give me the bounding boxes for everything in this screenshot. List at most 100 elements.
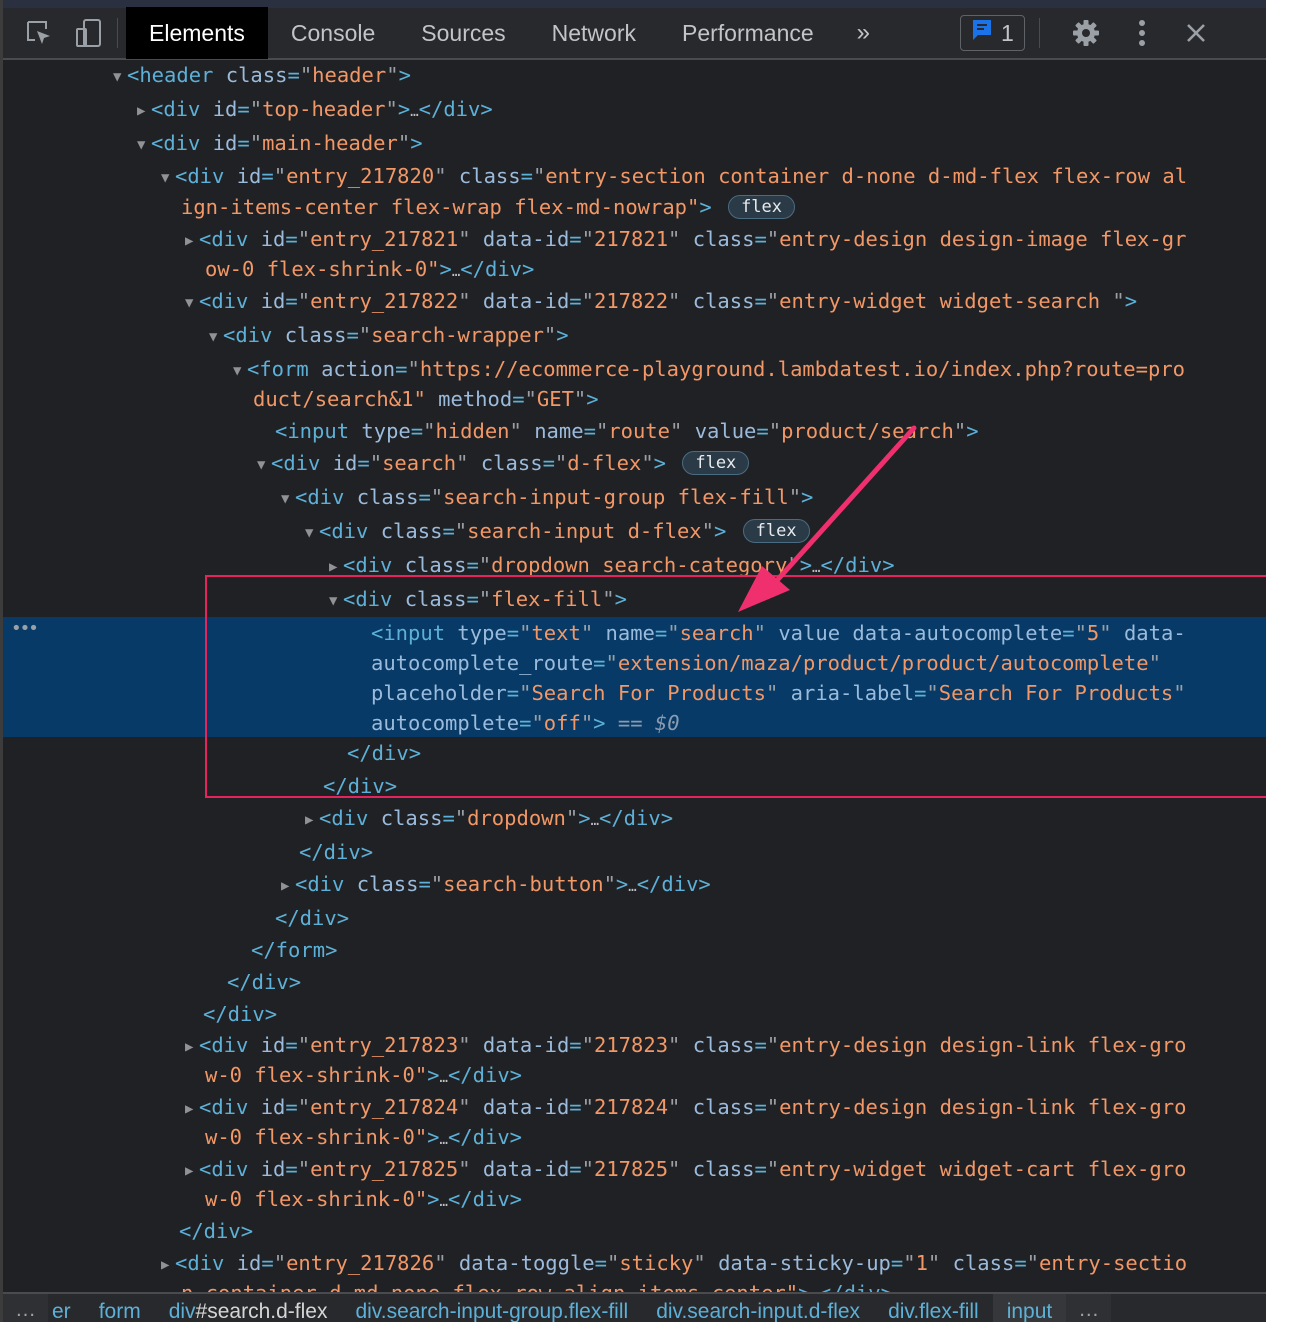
dom-node-line[interactable]: autocomplete="off"> == $0: [371, 708, 680, 738]
dom-node-line[interactable]: ▶ <div id="entry_217825" data-id="217825"…: [185, 1154, 1186, 1184]
expanded-triangle-icon[interactable]: ▼: [281, 484, 295, 514]
dom-node-text: <div id="entry_217823" data-id="217823" …: [199, 1033, 1187, 1057]
dom-node-text: <div id="entry_217822" data-id="217822" …: [199, 289, 1138, 313]
dom-node-line[interactable]: ▼ <header class="header">: [113, 60, 411, 90]
dom-node-line[interactable]: w-0 flex-shrink-0">…</div>: [205, 1060, 522, 1090]
dom-node-line[interactable]: </div>: [347, 738, 421, 768]
dom-node-line[interactable]: ▼ <form action="https://ecommerce-playgro…: [233, 354, 1185, 384]
flex-badge[interactable]: flex: [728, 195, 796, 219]
dom-node-line[interactable]: duct/search&1" method="GET">: [253, 384, 599, 414]
dom-node-text: <div id="entry_217825" data-id="217825" …: [199, 1157, 1187, 1181]
dom-node-text: duct/search&1" method="GET">: [253, 387, 599, 411]
kebab-menu-icon[interactable]: [1122, 13, 1162, 53]
dom-node-line[interactable]: ▼ <div class="search-input d-flex"> flex: [305, 516, 810, 546]
gear-icon[interactable]: [1066, 13, 1106, 53]
dom-node-line[interactable]: <input type="text" name="search" value d…: [371, 618, 1186, 648]
dom-node-text: </div>: [179, 1219, 254, 1243]
expanded-triangle-icon[interactable]: ▼: [305, 518, 319, 548]
expanded-triangle-icon[interactable]: ▼: [257, 450, 271, 480]
dom-node-text: w-0 flex-shrink-0">…</div>: [205, 1125, 523, 1149]
dom-node-line[interactable]: ▼ <div class="search-input-group flex-fil…: [281, 482, 813, 512]
collapsed-triangle-icon[interactable]: ▶: [281, 871, 295, 901]
dom-node-line[interactable]: ▶ <div id="entry_217824" data-id="217824"…: [185, 1092, 1186, 1122]
dom-node-text: </div>: [323, 774, 398, 798]
dom-node-text: <div class="search-wrapper">: [223, 323, 569, 347]
collapsed-triangle-icon[interactable]: ▶: [185, 1156, 199, 1186]
expanded-triangle-icon[interactable]: ▼: [113, 62, 127, 92]
dom-node-line[interactable]: ▶ <div id="entry_217826" data-toggle="sti…: [161, 1248, 1187, 1278]
breadcrumb-item[interactable]: div.search-input.d-flex: [642, 1294, 874, 1322]
breadcrumb-item[interactable]: div#search.d-flex: [155, 1294, 342, 1322]
dom-node-line[interactable]: placeholder="Search For Products" aria-l…: [371, 678, 1186, 708]
dom-node-line[interactable]: </div>: [323, 771, 397, 801]
dom-node-line[interactable]: </div>: [275, 903, 349, 933]
dom-node-text: <div class="dropdown search-category">…<…: [343, 553, 895, 577]
dom-node-text: <input type="text" name="search" value d…: [371, 621, 1186, 645]
dom-node-text: </form>: [251, 938, 338, 962]
breadcrumb-item[interactable]: div.flex-fill: [874, 1294, 993, 1322]
dom-node-line[interactable]: ▼ <div id="entry_217820" class="entry-sec…: [161, 161, 1187, 191]
flex-badge[interactable]: flex: [742, 519, 810, 543]
issues-button[interactable]: 1: [960, 15, 1025, 51]
breadcrumb-item-active[interactable]: input: [992, 1294, 1067, 1322]
breadcrumb-item[interactable]: er: [48, 1294, 85, 1322]
expanded-triangle-icon[interactable]: ▼: [209, 322, 223, 352]
more-tabs-button[interactable]: »: [837, 19, 890, 47]
dom-node-line[interactable]: ▶ <div id="top-header">…</div>: [137, 94, 493, 124]
dom-node-line[interactable]: ▼ <div id="search" class="d-flex"> flex: [257, 448, 750, 480]
tab-console[interactable]: Console: [268, 7, 398, 59]
dom-node-line[interactable]: ▶ <div class="dropdown search-category">……: [329, 550, 895, 580]
dom-node-line[interactable]: </div>: [203, 999, 277, 1029]
dom-node-line[interactable]: </div>: [179, 1216, 253, 1246]
breadcrumb-item[interactable]: div.search-input-group.flex-fill: [341, 1294, 642, 1322]
dom-node-line[interactable]: ▼ <div class="search-wrapper">: [209, 320, 569, 350]
collapsed-triangle-icon[interactable]: ▶: [185, 1094, 199, 1124]
breadcrumb-item[interactable]: form: [85, 1294, 155, 1322]
dom-node-line[interactable]: </form>: [251, 935, 337, 965]
collapsed-triangle-icon[interactable]: ▶: [305, 805, 319, 835]
breadcrumb-overflow-right[interactable]: …: [1066, 1294, 1112, 1322]
dom-node-text: <div id="entry_217820" class="entry-sect…: [175, 164, 1188, 188]
collapsed-triangle-icon[interactable]: ▶: [185, 226, 199, 256]
dom-node-line[interactable]: ▶ <div id="entry_217823" data-id="217823"…: [185, 1030, 1186, 1060]
expanded-triangle-icon[interactable]: ▼: [329, 586, 343, 616]
dom-node-line[interactable]: ▼ <div id="main-header">: [137, 128, 423, 158]
dom-node-text: <input type="hidden" name="route" value=…: [275, 419, 979, 443]
dom-node-line[interactable]: ▼ <div class="flex-fill">: [329, 584, 627, 614]
issues-count: 1: [1001, 19, 1014, 46]
collapsed-triangle-icon[interactable]: ▶: [329, 552, 343, 582]
close-icon[interactable]: [1176, 13, 1216, 53]
dom-node-text: w-0 flex-shrink-0">…</div>: [205, 1063, 523, 1087]
expanded-triangle-icon[interactable]: ▼: [137, 130, 151, 160]
dom-node-line[interactable]: </div>: [227, 967, 301, 997]
dom-node-line[interactable]: ▶ <div id="entry_217821" data-id="217821"…: [185, 224, 1186, 254]
dom-node-line[interactable]: ign-items-center flex-wrap flex-md-nowra…: [181, 192, 796, 222]
dom-node-text: autocomplete="off">: [371, 711, 606, 735]
dom-node-line[interactable]: ▼ <div id="entry_217822" data-id="217822"…: [185, 286, 1137, 316]
dom-node-line[interactable]: w-0 flex-shrink-0">…</div>: [205, 1184, 522, 1214]
breadcrumb-overflow-left[interactable]: …: [3, 1294, 48, 1322]
dom-node-text: <div id="entry_217821" data-id="217821" …: [199, 227, 1187, 251]
device-toolbar-icon[interactable]: [69, 13, 109, 53]
expanded-triangle-icon[interactable]: ▼: [233, 356, 247, 386]
tab-sources[interactable]: Sources: [398, 7, 528, 59]
expanded-triangle-icon[interactable]: ▼: [185, 288, 199, 318]
tab-network[interactable]: Network: [529, 7, 659, 59]
inspect-element-icon[interactable]: [19, 13, 59, 53]
flex-badge[interactable]: flex: [682, 451, 750, 475]
dom-node-line[interactable]: w-0 flex-shrink-0">…</div>: [205, 1122, 522, 1152]
collapsed-triangle-icon[interactable]: ▶: [161, 1250, 175, 1280]
dom-node-line[interactable]: ow-0 flex-shrink-0">…</div>: [205, 254, 534, 284]
dom-node-text: <header class="header">: [127, 63, 411, 87]
collapsed-triangle-icon[interactable]: ▶: [137, 96, 151, 126]
tab-elements[interactable]: Elements: [126, 7, 268, 59]
dom-node-line[interactable]: ▶ <div class="dropdown">…</div>: [305, 803, 673, 833]
expanded-triangle-icon[interactable]: ▼: [161, 163, 175, 193]
dom-node-line[interactable]: ▶ <div class="search-button">…</div>: [281, 869, 711, 899]
tab-performance[interactable]: Performance: [659, 7, 837, 59]
dom-node-line[interactable]: autocomplete_route="extension/maza/produ…: [371, 648, 1161, 678]
dom-node-line[interactable]: <input type="hidden" name="route" value=…: [275, 416, 979, 446]
collapsed-triangle-icon[interactable]: ▶: [185, 1032, 199, 1062]
breadcrumb: … er form div#search.d-flex div.search-i…: [3, 1292, 1266, 1322]
dom-node-line[interactable]: </div>: [299, 837, 373, 867]
